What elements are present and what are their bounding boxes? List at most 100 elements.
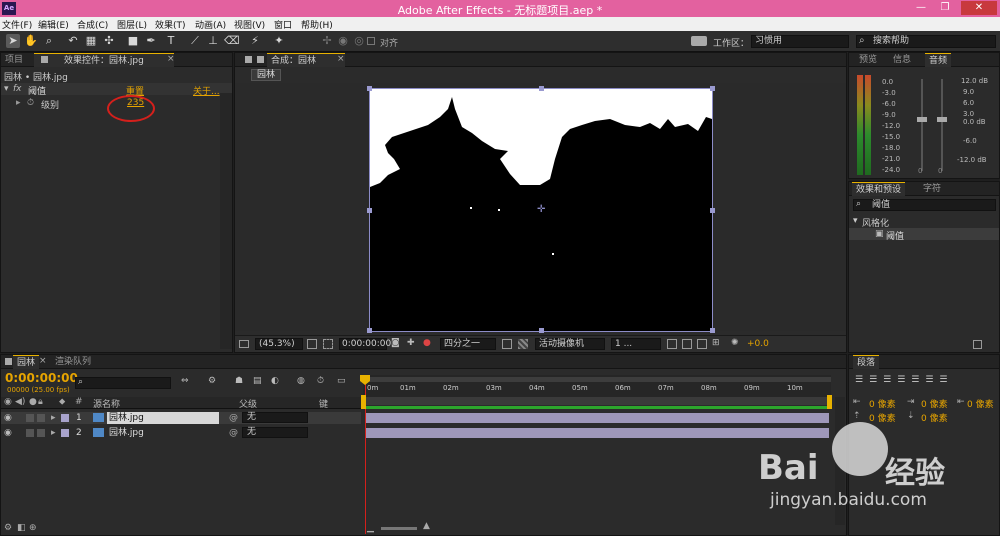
about-link[interactable]: 关于... — [193, 84, 220, 97]
hand-tool-icon[interactable]: ✋ — [24, 34, 38, 48]
handle-bottom-center[interactable] — [539, 328, 544, 333]
handle-middle-left[interactable] — [367, 208, 372, 213]
layer-duration-bar[interactable] — [365, 428, 829, 438]
layer-row[interactable]: ◉ ▸ 1 园林.jpg @ 无 — [1, 412, 361, 424]
layer-duration-bar[interactable] — [365, 413, 829, 423]
handle-top-center[interactable] — [539, 86, 544, 91]
maximize-button[interactable]: ❐ — [934, 1, 956, 15]
menu-edit[interactable]: 编辑(E) — [38, 18, 69, 31]
keyboard-icon[interactable] — [691, 36, 707, 46]
toggle-modes-icon[interactable]: ◧ — [17, 523, 26, 533]
reset-exposure-icon[interactable]: ✺ — [731, 338, 739, 348]
stopwatch-toggle-icon[interactable]: ⏱ — [317, 376, 324, 386]
audio-slider-left-thumb[interactable] — [917, 117, 927, 122]
handle-top-right[interactable] — [710, 86, 715, 91]
menu-view[interactable]: 视图(V) — [234, 18, 265, 31]
graph-editor-icon[interactable]: ◍ — [297, 376, 305, 386]
transparency-grid-icon[interactable] — [518, 339, 528, 349]
align-checkbox[interactable] — [367, 37, 375, 45]
stopwatch-icon[interactable]: ⏱ — [27, 98, 34, 108]
snapshot-icon[interactable]: ◙ — [391, 338, 400, 348]
fx-icon[interactable]: fx — [13, 84, 22, 94]
indent-right-value[interactable]: 0 像素 — [921, 397, 948, 410]
fit-icon[interactable] — [307, 339, 317, 349]
handle-bottom-left[interactable] — [367, 328, 372, 333]
timeline-search-input[interactable] — [75, 377, 171, 389]
comp-name-breadcrumb[interactable]: 园林 — [251, 69, 282, 81]
layer-name[interactable]: 园林.jpg — [107, 412, 219, 424]
effect-scrollbar[interactable] — [220, 93, 232, 349]
minimize-button[interactable]: — — [910, 1, 932, 15]
menu-file[interactable]: 文件(F) — [2, 18, 32, 31]
workspace-select[interactable]: 习惯用 — [751, 35, 849, 48]
toggle-switches-icon[interactable]: ⚙ — [4, 523, 12, 533]
pan-behind-tool-icon[interactable]: ✣ — [102, 34, 116, 48]
tab-timeline-comp[interactable]: 园林 — [13, 355, 40, 369]
comp-menu-icon[interactable] — [245, 56, 252, 63]
rotate-tool-icon[interactable]: ↶ — [66, 34, 80, 48]
shy-layers-icon[interactable]: ☗ — [235, 376, 243, 386]
menu-window[interactable]: 窗口 — [274, 18, 292, 31]
draft-3d-icon[interactable]: ⚙ — [208, 376, 216, 386]
tab-preview[interactable]: 预览 — [855, 53, 881, 67]
work-area-end[interactable] — [827, 395, 832, 409]
frame-blending-icon[interactable]: ▤ — [253, 376, 262, 386]
audio-slider-left[interactable] — [921, 79, 923, 171]
close-button[interactable]: ✕ — [961, 1, 997, 15]
layer-expand-icon[interactable]: ▸ — [51, 412, 56, 424]
space-before-value[interactable]: 0 像素 — [869, 411, 896, 424]
menu-help[interactable]: 帮助(H) — [301, 18, 333, 31]
resolution-select[interactable]: 四分之一 — [440, 338, 496, 350]
work-area-bar[interactable] — [363, 377, 831, 382]
label-color-swatch[interactable] — [61, 414, 69, 422]
solo-toggle[interactable] — [26, 429, 34, 437]
parent-select[interactable]: 无 — [242, 412, 308, 423]
effects-search-input[interactable]: 阈值 — [853, 199, 996, 211]
col-parent[interactable]: 父级 — [239, 397, 257, 410]
brush-tool-icon[interactable]: ⟋ — [188, 34, 202, 48]
lock-toggle[interactable] — [37, 429, 45, 437]
effects-item-threshold[interactable]: 阈值 — [886, 229, 904, 242]
comp-lock-icon[interactable] — [257, 56, 264, 63]
fast-preview-icon[interactable] — [682, 339, 692, 349]
tab-character[interactable]: 字符 — [919, 182, 945, 196]
tab-composition[interactable]: 合成：园林 — [267, 53, 345, 67]
close-timeline-tab-icon[interactable]: × — [39, 356, 47, 366]
timeline-timecode[interactable]: 0:00:00:00 — [5, 371, 78, 385]
selection-tool-icon[interactable]: ➤ — [6, 34, 20, 48]
exposure-value[interactable]: +0.0 — [747, 339, 769, 349]
alignment-buttons[interactable]: ☰☰☰☰☰☰☰ — [855, 375, 953, 385]
tab-info[interactable]: 信息 — [889, 53, 915, 67]
magnify-options-icon[interactable] — [239, 340, 249, 348]
menu-layer[interactable]: 图层(L) — [117, 18, 147, 31]
menu-effect[interactable]: 效果(T) — [155, 18, 186, 31]
close-comp-tab-icon[interactable]: × — [337, 54, 345, 64]
type-tool-icon[interactable]: T — [164, 34, 178, 48]
tab-project[interactable]: 项目 — [1, 53, 27, 67]
solo-toggle[interactable] — [26, 414, 34, 422]
category-arrow-icon[interactable]: ▾ — [853, 216, 858, 226]
expand-arrow-icon[interactable]: ▸ — [16, 98, 21, 108]
channel-icon[interactable]: ● — [423, 338, 431, 348]
timeline-zoom-slider[interactable] — [381, 527, 417, 530]
comp-mini-flowchart-icon[interactable]: ⇔ — [181, 376, 189, 386]
new-folder-icon[interactable] — [973, 340, 982, 349]
layer-name[interactable]: 园林.jpg — [107, 427, 144, 439]
handle-top-left[interactable] — [367, 86, 372, 91]
zoom-out-icon[interactable]: ▁ — [367, 523, 374, 533]
zoom-in-icon[interactable]: ▲ — [423, 521, 430, 531]
eraser-tool-icon[interactable]: ⌫ — [224, 34, 240, 48]
views-select[interactable]: 1 ... — [611, 338, 661, 350]
col-source-name[interactable]: 源名称 — [93, 397, 120, 410]
timeline-icon[interactable] — [697, 339, 707, 349]
puppet-tool-icon[interactable]: ✦ — [272, 34, 286, 48]
time-ruler[interactable]: 0m 01m 02m 03m 04m 05m 06m 07m 08m 09m 1… — [363, 375, 831, 397]
pickwhip-icon[interactable]: @ — [229, 412, 238, 424]
indent-left-value[interactable]: 0 像素 — [869, 397, 896, 410]
col-key[interactable]: 键 — [319, 397, 328, 410]
effects-item-row[interactable] — [849, 228, 999, 240]
clone-stamp-tool-icon[interactable]: ⊥ — [206, 34, 220, 48]
visibility-icon[interactable]: ◉ — [4, 427, 12, 439]
timeline-menu-icon[interactable] — [5, 358, 12, 365]
panel-lock-icon[interactable] — [41, 56, 48, 63]
